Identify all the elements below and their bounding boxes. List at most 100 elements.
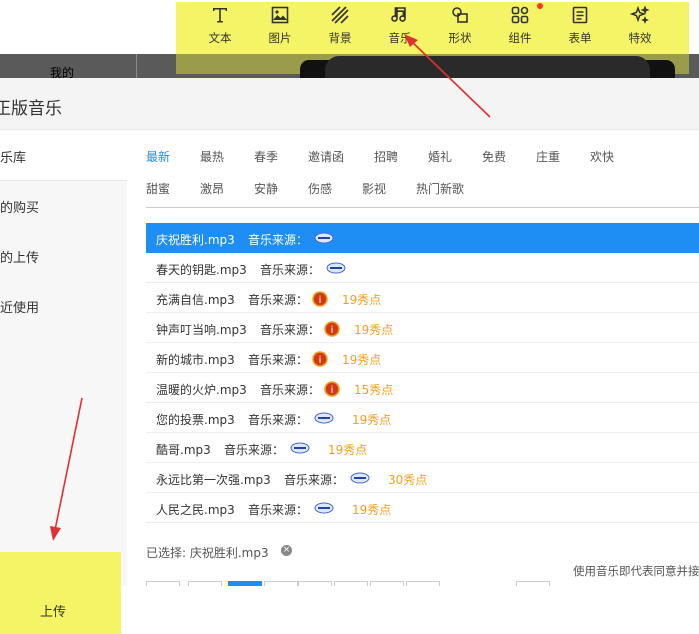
source-logo-icon <box>326 261 346 275</box>
tool-form[interactable]: 表单 <box>550 4 610 50</box>
page-button-current[interactable] <box>228 581 262 586</box>
tool-effects[interactable]: 特效 <box>610 4 670 50</box>
tool-list: 文本 图片 背景 音乐 形状 组件 表单 特效 <box>190 4 670 50</box>
effects-icon <box>629 4 651 26</box>
background-icon <box>329 4 351 26</box>
form-icon <box>569 4 591 26</box>
song-row[interactable]: 充满自信.mp3 音乐来源： i 19秀点 <box>146 283 699 313</box>
upload-button[interactable]: 上传 <box>40 601 66 620</box>
source-logo-icon: i <box>312 351 330 367</box>
source-label: 音乐来源： <box>284 473 345 487</box>
page-button[interactable] <box>406 581 440 586</box>
category-tab[interactable]: 庄重 <box>536 148 560 165</box>
song-name: 春天的钥匙.mp3 <box>156 263 247 277</box>
category-tab[interactable]: 最新 <box>146 148 170 165</box>
song-row[interactable]: 人民之民.mp3 音乐来源： 19秀点 <box>146 493 699 523</box>
text-icon <box>209 4 231 26</box>
sidebar-item-library[interactable]: 乐库 <box>0 131 127 181</box>
song-row[interactable]: 酷哥.mp3 音乐来源： 19秀点 <box>146 433 699 463</box>
song-name: 酷哥.mp3 <box>156 443 211 457</box>
source-label: 音乐来源： <box>260 263 321 277</box>
song-row[interactable]: 春天的钥匙.mp3 音乐来源： <box>146 253 699 283</box>
category-tab[interactable]: 激昂 <box>200 180 224 197</box>
tool-shape[interactable]: 形状 <box>430 4 490 50</box>
song-name: 钟声叮当响.mp3 <box>156 323 247 337</box>
tool-label: 文本 <box>208 31 232 45</box>
source-label: 音乐来源： <box>248 353 309 367</box>
source-logo-icon: i <box>312 291 330 307</box>
category-tab[interactable]: 影视 <box>362 180 386 197</box>
song-row[interactable]: 您的投票.mp3 音乐来源： 19秀点 <box>146 403 699 433</box>
source-logo-icon <box>350 471 370 485</box>
sidebar-item-uploaded[interactable]: 的上传 <box>0 231 127 281</box>
category-tab[interactable]: 欢快 <box>590 148 614 165</box>
song-row-selected[interactable]: 庆祝胜利.mp3 音乐来源： <box>146 223 699 253</box>
page-button[interactable] <box>334 581 368 586</box>
source-label: 音乐来源： <box>248 503 309 517</box>
song-row[interactable]: 温暖的火炉.mp3 音乐来源： i 15秀点 <box>146 373 699 403</box>
category-tab[interactable]: 春季 <box>254 148 278 165</box>
source-label: 音乐来源： <box>248 233 309 247</box>
tool-component[interactable]: 组件 <box>490 4 550 50</box>
svg-text:i: i <box>319 295 322 306</box>
divider <box>136 54 137 78</box>
source-label: 音乐来源： <box>260 383 321 397</box>
source-logo-icon <box>314 501 334 515</box>
dialog-title: 正版音乐 <box>0 99 62 119</box>
upload-highlight <box>0 552 121 634</box>
song-name: 永远比第一次强.mp3 <box>156 473 271 487</box>
song-row[interactable]: 新的城市.mp3 音乐来源： i 19秀点 <box>146 343 699 373</box>
tool-label: 图片 <box>268 31 292 45</box>
page-button[interactable] <box>264 581 298 586</box>
source-logo-icon <box>314 411 334 425</box>
page-button[interactable] <box>370 581 404 586</box>
tool-label: 音乐 <box>388 31 412 45</box>
category-tab[interactable]: 招聘 <box>374 148 398 165</box>
category-tab[interactable]: 最热 <box>200 148 224 165</box>
category-tab[interactable]: 伤感 <box>308 180 332 197</box>
source-label: 音乐来源： <box>224 443 285 457</box>
notification-dot <box>537 3 543 9</box>
selected-text: 已选择: 庆祝胜利.mp3 <box>146 546 269 560</box>
song-row[interactable]: 永远比第一次强.mp3 音乐来源： 30秀点 <box>146 463 699 493</box>
svg-text:i: i <box>331 325 334 336</box>
category-tab[interactable]: 邀请函 <box>308 148 344 165</box>
page-button[interactable] <box>188 581 222 586</box>
song-name: 您的投票.mp3 <box>156 413 235 427</box>
points-badge: 19秀点 <box>354 323 394 337</box>
source-logo-icon: i <box>324 381 342 397</box>
tool-background[interactable]: 背景 <box>310 4 370 50</box>
category-divider <box>146 207 699 208</box>
source-label: 音乐来源： <box>260 323 321 337</box>
points-badge: 15秀点 <box>354 383 394 397</box>
page-button[interactable] <box>516 581 550 586</box>
dialog-header: 正版音乐 <box>0 78 699 130</box>
source-logo-icon <box>314 231 334 245</box>
category-tab[interactable]: 免费 <box>482 148 506 165</box>
category-tab[interactable]: 甜蜜 <box>146 180 170 197</box>
tool-label: 特效 <box>628 31 652 45</box>
sidebar-item-label: 乐库 <box>0 151 27 166</box>
points-badge: 19秀点 <box>352 413 392 427</box>
category-tab[interactable]: 婚礼 <box>428 148 452 165</box>
tool-music[interactable]: 音乐 <box>370 4 430 50</box>
sidebar-item-label: 的购买 <box>0 201 40 216</box>
category-tab[interactable]: 热门新歌 <box>416 180 464 197</box>
points-badge: 19秀点 <box>328 443 368 457</box>
page-button[interactable] <box>146 581 180 586</box>
tool-text[interactable]: 文本 <box>190 4 250 50</box>
source-label: 音乐来源： <box>248 413 309 427</box>
shape-icon <box>449 4 471 26</box>
sidebar-item-purchased[interactable]: 的购买 <box>0 181 127 231</box>
song-row[interactable]: 钟声叮当响.mp3 音乐来源： i 19秀点 <box>146 313 699 343</box>
song-name: 充满自信.mp3 <box>156 293 235 307</box>
song-name: 新的城市.mp3 <box>156 353 235 367</box>
music-icon <box>389 4 411 26</box>
clear-selection-icon[interactable]: × <box>281 545 292 556</box>
source-label: 音乐来源： <box>248 293 309 307</box>
page-button[interactable] <box>298 581 332 586</box>
category-tab[interactable]: 安静 <box>254 180 278 197</box>
tool-image[interactable]: 图片 <box>250 4 310 50</box>
sidebar-item-label: 近使用 <box>0 301 40 316</box>
sidebar-item-recent[interactable]: 近使用 <box>0 281 127 331</box>
